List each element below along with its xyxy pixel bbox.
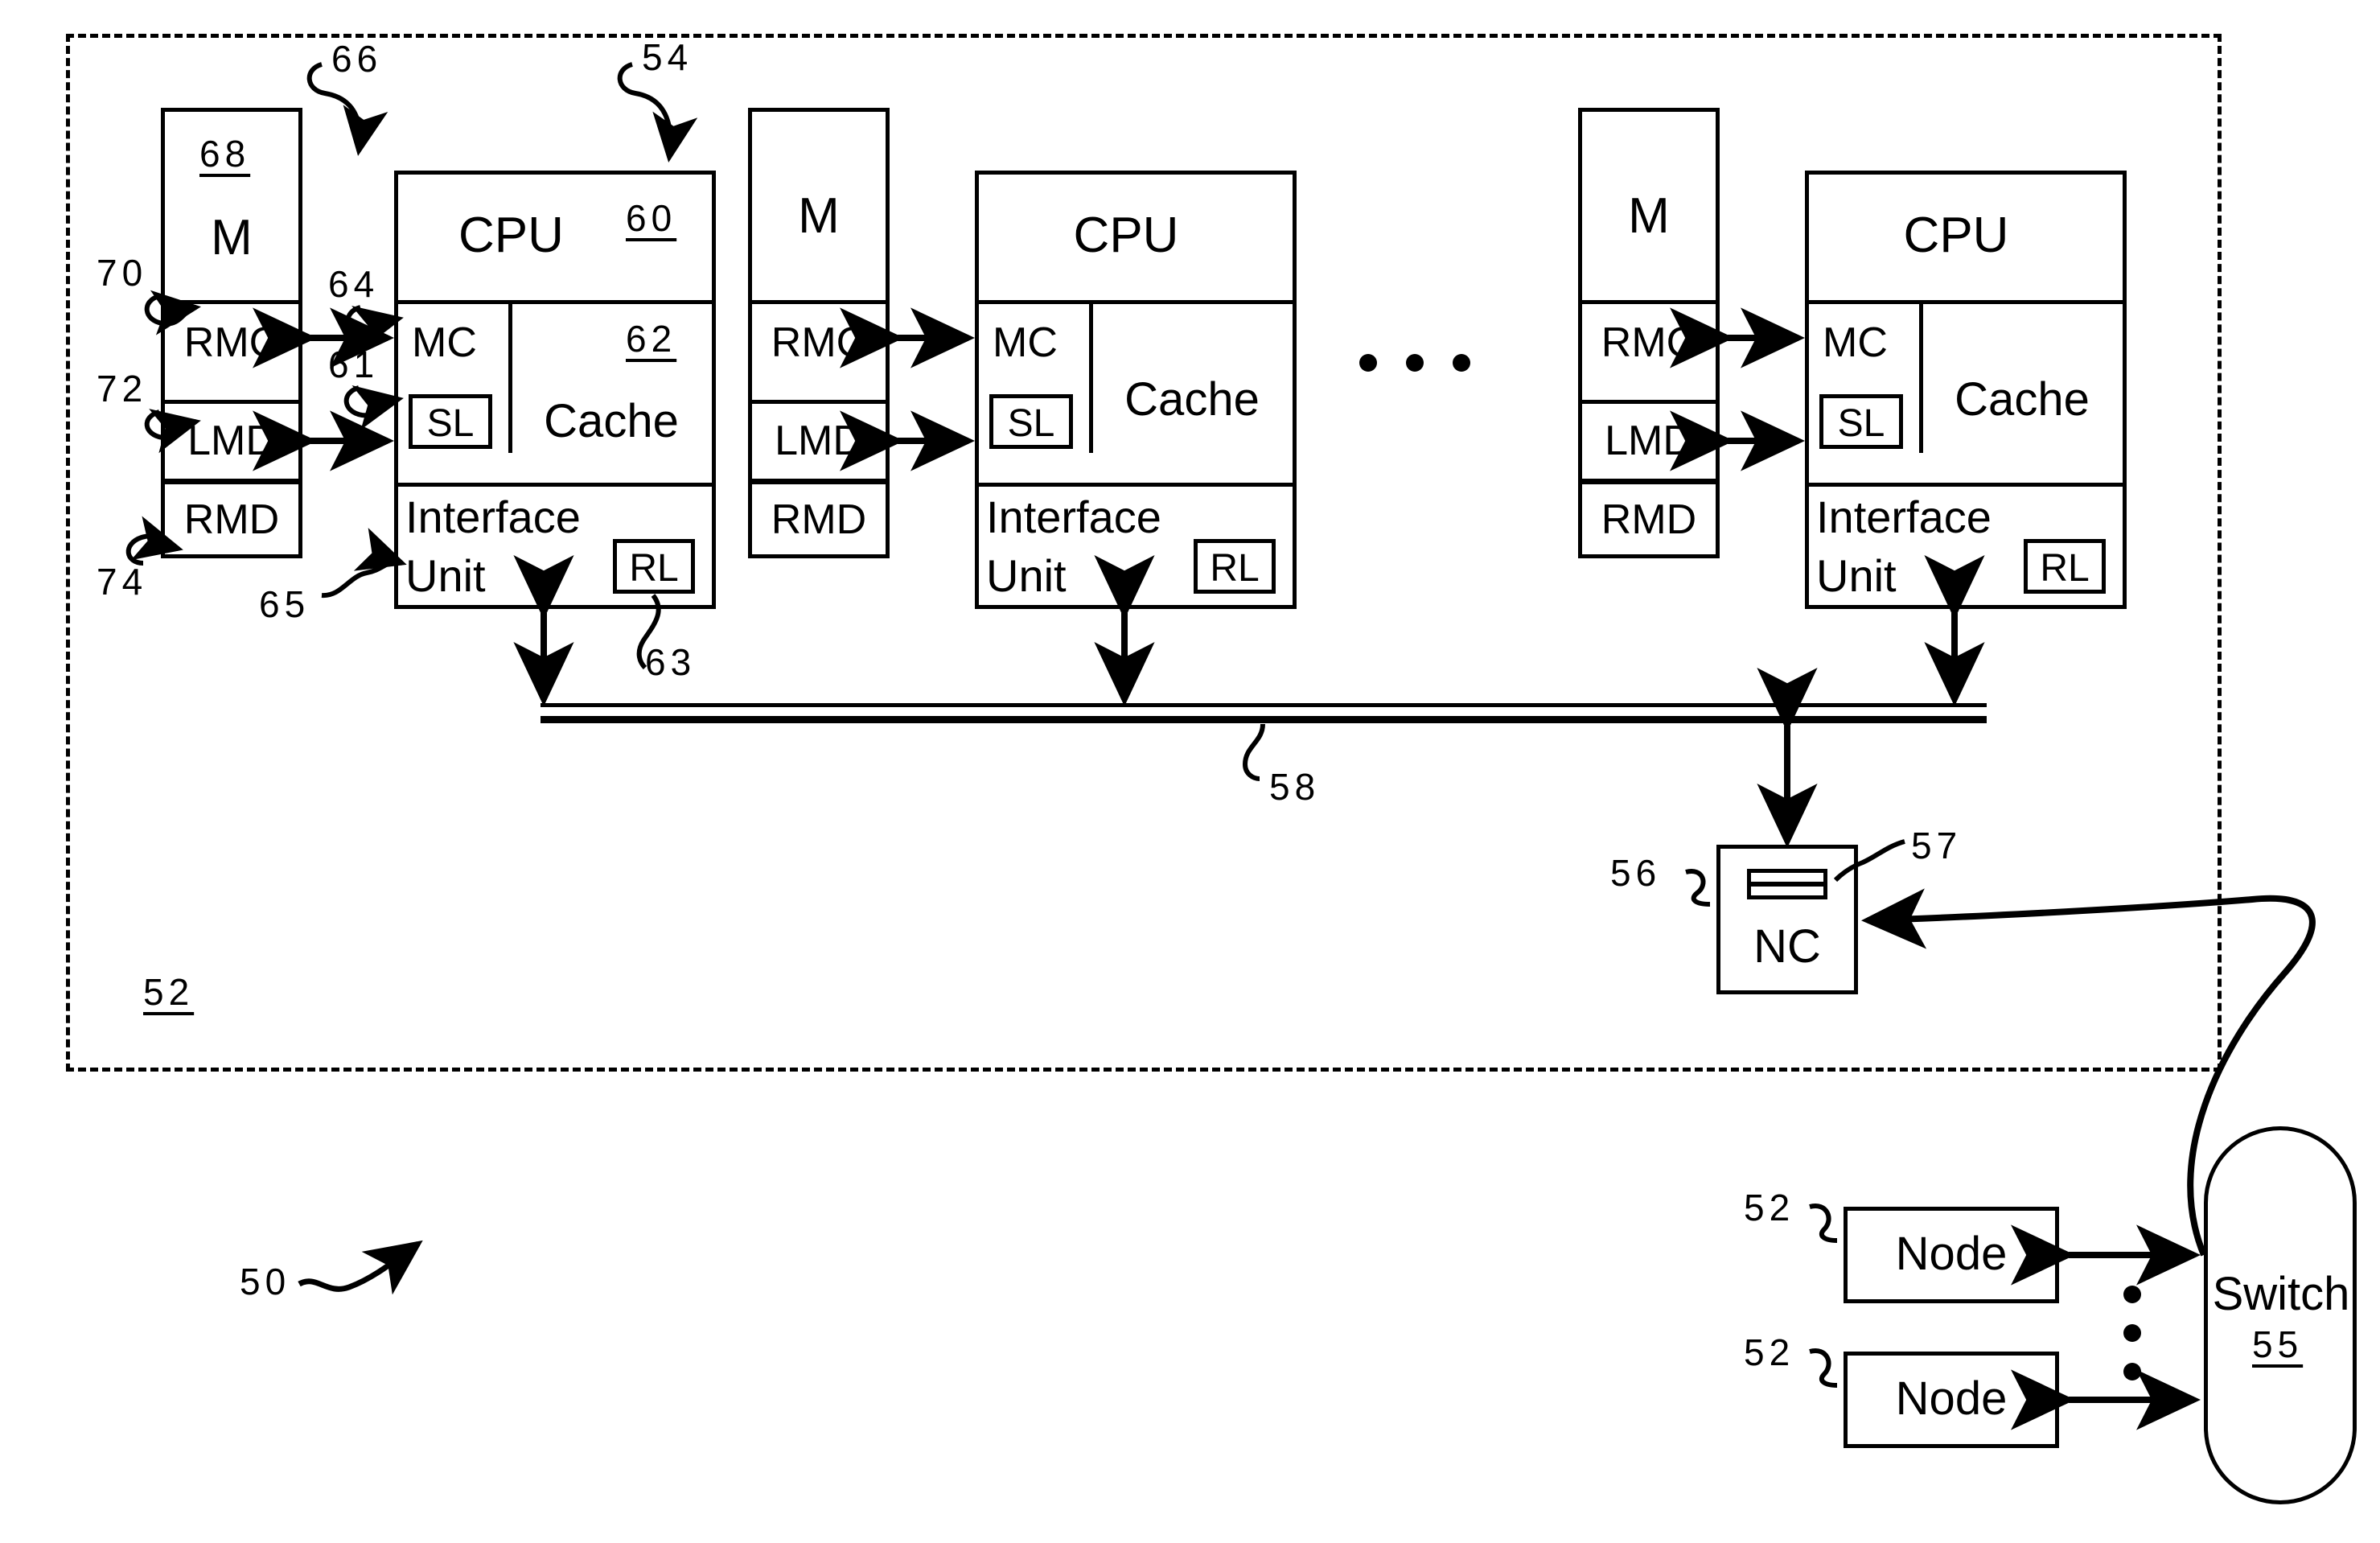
memory-divider-3a: [1578, 300, 1720, 304]
ref-61-dir-link: 61: [328, 344, 380, 385]
ref-52-node-1: 52: [1744, 1187, 1795, 1228]
ref-57-nc-port: 57: [1911, 825, 1963, 866]
ref-72-lmd-leader: 72: [97, 368, 148, 409]
cpu-divider-3: [1805, 300, 2127, 304]
ellipsis-between-cpus: [1359, 354, 1470, 372]
cpu-sl-label-2: SL: [1007, 402, 1055, 445]
ref-60-cpu: 60: [626, 197, 677, 239]
cpu-mc-divider-3: [1919, 300, 1923, 453]
memory-row-rmd-2: RMD: [771, 496, 867, 543]
memory-row-lmd-3: LMD: [1605, 418, 1693, 464]
cpu-title-3: CPU: [1903, 208, 2009, 263]
ref-64-memory-link: 64: [328, 263, 380, 305]
ref-74-rmd-leader: 74: [97, 561, 148, 603]
cpu-mc-divider-1: [508, 300, 512, 453]
node-label-1: Node: [1895, 1228, 2008, 1280]
system-bus-line-top: [541, 703, 1987, 707]
memory-row-lmd-1: LMD: [187, 418, 276, 464]
network-controller-port-bar: [1747, 882, 1827, 887]
switch-label: Switch: [2212, 1268, 2350, 1320]
system-bus-line-bottom: [541, 716, 1987, 723]
memory-row-lmd-2: LMD: [775, 418, 863, 464]
cpu-mc-label-1: MC: [412, 319, 477, 366]
cpu-rl-label-2: RL: [1210, 547, 1260, 590]
ref-50-overall: 50: [240, 1261, 291, 1302]
ref-70-rmc-leader: 70: [97, 252, 148, 294]
cpu-sl-label-3: SL: [1837, 402, 1885, 445]
patent-figure: 52 68 M RMC LMD RMD CPU 60 MC SL 62 Cach…: [0, 0, 2380, 1543]
ref-52-node-2: 52: [1744, 1331, 1795, 1373]
network-controller-label: NC: [1753, 920, 1821, 973]
memory-divider-2a: [748, 300, 890, 304]
cpu-rl-label-3: RL: [2040, 547, 2090, 590]
cpu-cache-label-3: Cache: [1955, 373, 2090, 426]
memory-row-rmd-1: RMD: [183, 496, 280, 543]
ref-56-nc: 56: [1610, 852, 1662, 894]
cpu-divider-2: [975, 300, 1297, 304]
ref-68-memory-main: 68: [199, 133, 251, 175]
ref-65-interface-unit: 65: [259, 583, 310, 625]
cpu-mc-divider-2: [1089, 300, 1093, 453]
cpu-interface-label-2-line2: Unit: [986, 550, 1067, 601]
memory-row-rmc-3: RMC: [1601, 319, 1697, 366]
cpu-title-1: CPU: [458, 208, 564, 263]
ellipsis-between-nodes: [2123, 1286, 2141, 1380]
cpu-title-2: CPU: [1073, 208, 1179, 263]
memory-main-label-1: M: [211, 210, 253, 265]
cpu-interface-label-3-line2: Unit: [1816, 550, 1897, 601]
ref-62-cache: 62: [626, 318, 677, 360]
memory-main-label-3: M: [1628, 188, 1670, 244]
ref-52-node-boundary: 52: [143, 971, 195, 1013]
cpu-interface-label-1-line1: Interface: [405, 492, 581, 542]
cpu-divider-1: [394, 300, 716, 304]
memory-row-rmc-1: RMC: [183, 319, 280, 366]
cpu-interface-divider-2: [975, 483, 1297, 487]
ref-58-bus: 58: [1269, 766, 1321, 808]
cpu-mc-label-3: MC: [1823, 319, 1888, 366]
ref-63-rl-leader: 63: [645, 641, 697, 683]
cpu-interface-divider-1: [394, 483, 716, 487]
cpu-interface-divider-3: [1805, 483, 2127, 487]
cpu-interface-label-2-line1: Interface: [986, 492, 1161, 542]
cpu-sl-label-1: SL: [426, 402, 475, 445]
ref-66-memory-module: 66: [331, 38, 383, 80]
cpu-interface-label-1-line2: Unit: [405, 550, 486, 601]
memory-main-label-2: M: [798, 188, 840, 244]
cpu-cache-label-2: Cache: [1124, 373, 1260, 426]
cpu-rl-label-1: RL: [629, 547, 679, 590]
cpu-cache-label-1: Cache: [544, 395, 679, 447]
cpu-interface-label-3-line1: Interface: [1816, 492, 1992, 542]
cpu-mc-label-2: MC: [993, 319, 1058, 366]
memory-row-rmc-2: RMC: [771, 319, 867, 366]
ref-55-switch: 55: [2252, 1323, 2304, 1365]
ref-54-cpu-node: 54: [642, 36, 693, 78]
memory-row-rmd-3: RMD: [1601, 496, 1697, 543]
memory-divider-1a: [161, 300, 302, 304]
node-label-2: Node: [1895, 1372, 2008, 1425]
